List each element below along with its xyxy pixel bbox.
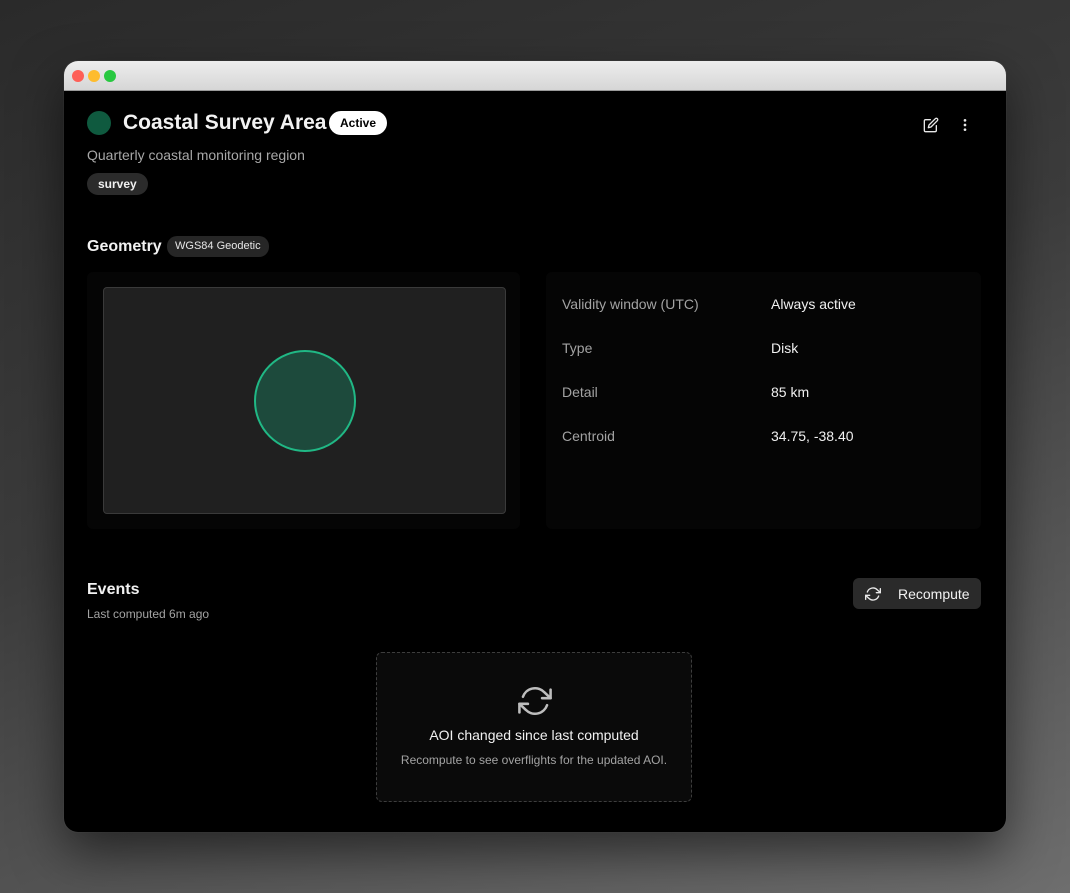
events-heading: Events	[87, 581, 140, 598]
property-label: Centroid	[562, 428, 615, 444]
events-empty-state: AOI changed since last computed Recomput…	[376, 652, 692, 802]
more-options-button[interactable]	[953, 113, 977, 137]
more-vertical-icon	[963, 119, 967, 131]
recompute-button[interactable]: Recompute	[853, 578, 981, 609]
aoi-disk-shape	[254, 350, 356, 452]
refresh-icon	[518, 687, 552, 715]
page-title: Coastal Survey Area	[123, 111, 327, 134]
recompute-button-label: Recompute	[898, 585, 970, 602]
aoi-color-dot	[87, 111, 111, 135]
geometry-preview-card	[87, 272, 520, 529]
property-value: Always active	[771, 296, 856, 312]
aoi-detail-panel: Coastal Survey Area Active Quarterly coa…	[64, 92, 1006, 832]
property-label: Type	[562, 340, 593, 356]
refresh-icon	[865, 586, 881, 602]
app-window: Coastal Survey Area Active Quarterly coa…	[64, 61, 1006, 832]
property-value: Disk	[771, 340, 799, 356]
last-computed-text: Last computed 6m ago	[87, 607, 210, 621]
window-titlebar	[64, 61, 1006, 91]
property-value: 85 km	[771, 384, 810, 400]
minimize-window-button[interactable]	[88, 70, 100, 82]
status-badge: Active	[329, 111, 388, 135]
edit-button[interactable]	[919, 113, 943, 137]
geometry-properties-card: Validity window (UTC) Always active Type…	[546, 272, 981, 529]
tag-chip: survey	[87, 173, 148, 195]
geometry-preview-map[interactable]	[103, 287, 506, 514]
property-value: 34.75, -38.40	[771, 428, 854, 444]
zoom-window-button[interactable]	[104, 70, 116, 82]
empty-state-title: AOI changed since last computed	[429, 727, 639, 743]
geometry-heading: Geometry	[87, 238, 162, 255]
edit-icon	[923, 117, 939, 133]
crs-badge: WGS84 Geodetic	[167, 236, 269, 257]
aoi-description: Quarterly coastal monitoring region	[87, 147, 305, 163]
empty-state-description: Recompute to see overflights for the upd…	[400, 753, 668, 767]
property-label: Detail	[562, 384, 598, 400]
close-window-button[interactable]	[72, 70, 84, 82]
property-label: Validity window (UTC)	[562, 296, 699, 312]
